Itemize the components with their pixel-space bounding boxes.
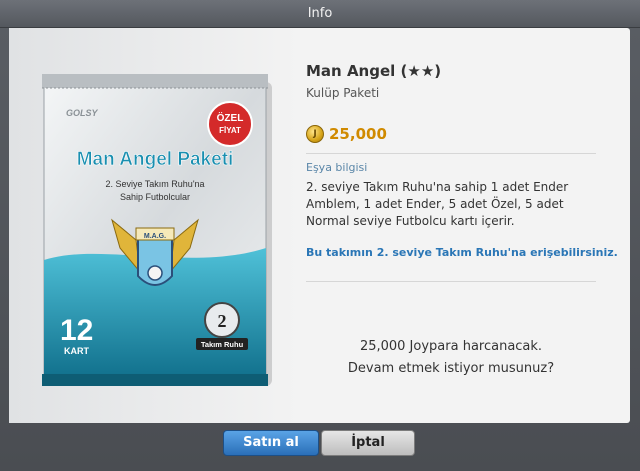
confirm-line2: Devam etmek istiyor musunuz? bbox=[347, 361, 555, 376]
info-dialog: Info GOLSY ÖZEL FİYAT Man Angel Paketi 2… bbox=[0, 0, 640, 471]
special-price-badge bbox=[207, 101, 253, 147]
team-spirit-access-note: Bu takımın 2. seviye Takım Ruhu'na erişe… bbox=[306, 246, 618, 259]
item-info-description: 2. seviye Takım Ruhu'na sahip 1 adet End… bbox=[306, 180, 569, 228]
spirit-level: 2 bbox=[218, 311, 227, 331]
price-row: J 25,000 bbox=[306, 123, 387, 145]
product-category: Kulüp Paketi bbox=[306, 86, 380, 100]
pack-bottom-crimp bbox=[42, 374, 268, 386]
confirm-line1: 25,000 Joypara harcanacak. bbox=[359, 339, 543, 354]
badge-line2: FİYAT bbox=[219, 126, 241, 135]
cancel-button[interactable]: İptal bbox=[321, 430, 415, 456]
divider-top bbox=[306, 153, 596, 154]
card-count: 12 bbox=[60, 314, 93, 347]
pack-title: Man Angel Paketi bbox=[77, 149, 234, 170]
divider-bottom bbox=[306, 281, 596, 282]
pack-desc-line1: 2. Seviye Takım Ruhu'na bbox=[105, 179, 204, 189]
pack-brand: GOLSY bbox=[66, 108, 99, 118]
item-info-heading: Eşya bilgisi bbox=[306, 161, 368, 174]
dialog-title: Info bbox=[0, 0, 640, 28]
product-name: Man Angel (★★) bbox=[306, 62, 442, 80]
crest-text: M.A.G. bbox=[144, 233, 166, 240]
pack-top-crimp bbox=[42, 74, 268, 88]
joypara-coin-icon: J bbox=[306, 125, 324, 143]
product-price: 25,000 bbox=[329, 125, 387, 143]
pack-desc-line2: Sahip Futbolcular bbox=[120, 192, 190, 202]
spirit-label: Takım Ruhu bbox=[201, 340, 244, 349]
buy-button[interactable]: Satın al bbox=[223, 430, 319, 456]
confirm-message: 25,000 Joypara harcanacak. Devam etmek i… bbox=[306, 336, 596, 380]
pack-image: GOLSY ÖZEL FİYAT Man Angel Paketi 2. Sev… bbox=[42, 74, 272, 386]
badge-line1: ÖZEL bbox=[217, 111, 244, 124]
card-unit: KART bbox=[64, 346, 89, 356]
